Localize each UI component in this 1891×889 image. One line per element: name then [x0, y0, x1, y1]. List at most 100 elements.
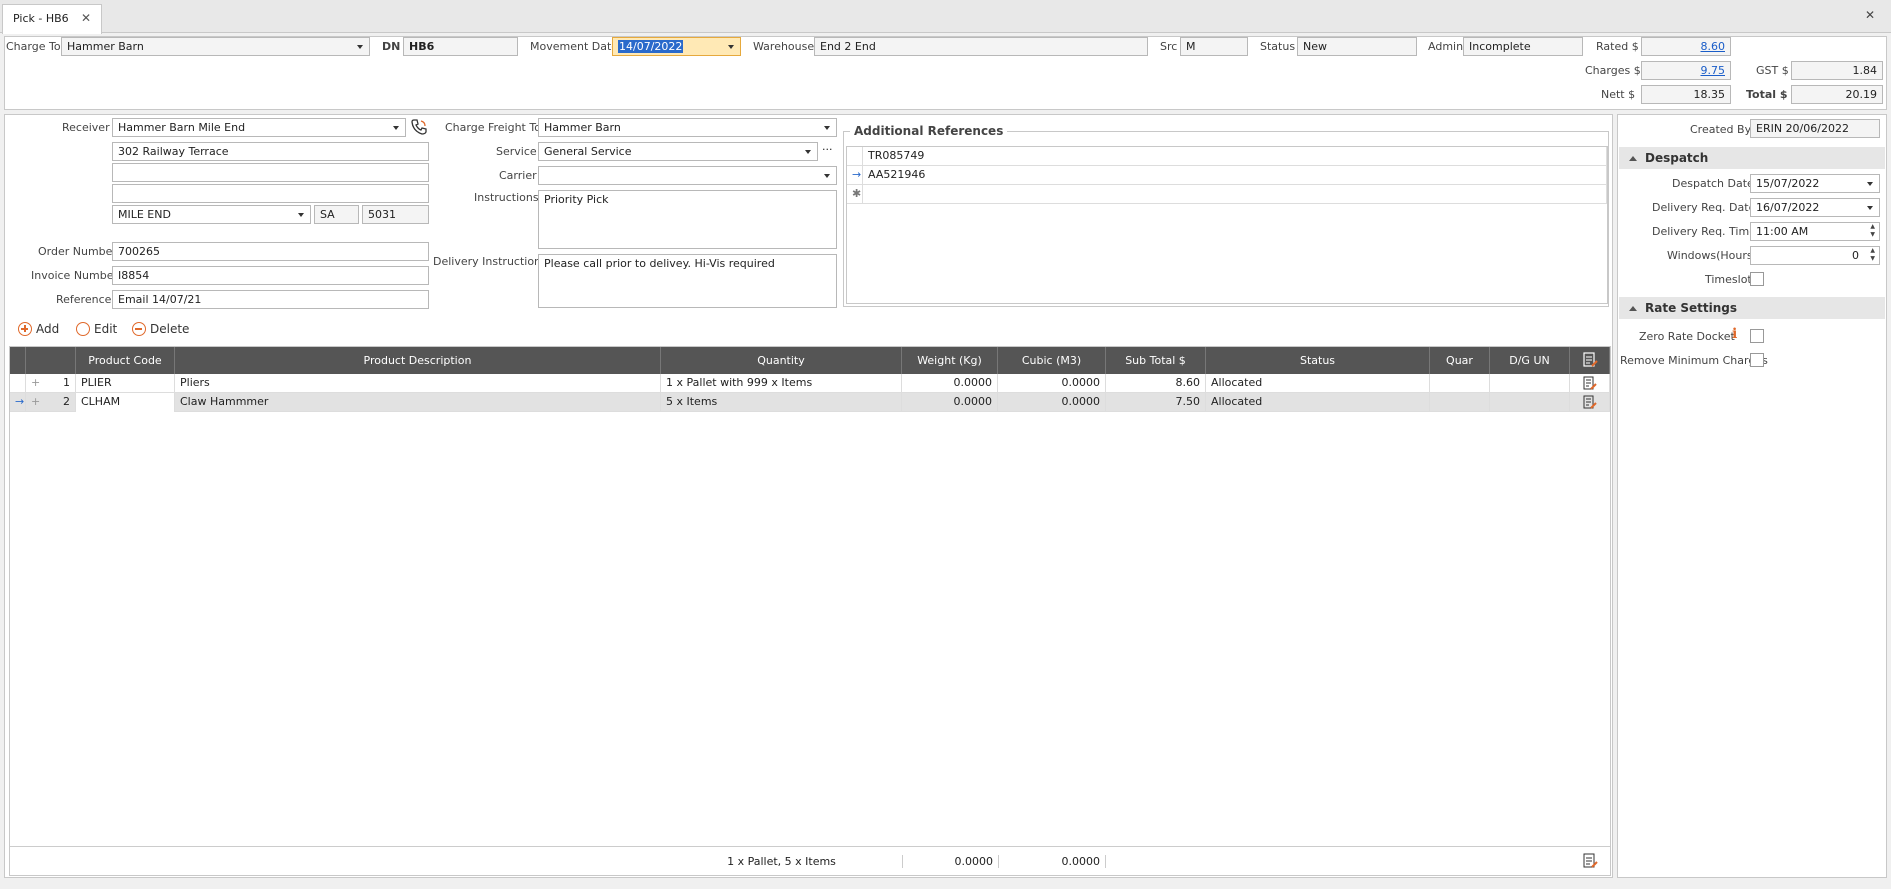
delivery-req-date-field[interactable]: 16/07/2022 [1750, 198, 1880, 217]
column-quar[interactable]: Quar [1430, 347, 1490, 374]
receiver-field[interactable]: Hammer Barn Mile End [112, 118, 406, 137]
timeslot-label: Timeslot [1705, 273, 1752, 286]
timeslot-checkbox[interactable] [1750, 272, 1764, 286]
weight-cell[interactable]: 0.0000 [902, 374, 998, 393]
delete-icon [132, 322, 146, 336]
row-edit-icon[interactable] [1570, 374, 1610, 393]
rated-field[interactable]: 8.60 [1641, 37, 1731, 56]
column-chooser-icon[interactable] [1570, 347, 1610, 374]
footer-report-icon[interactable] [1582, 853, 1598, 872]
address-line-1[interactable]: 302 Railway Terrace [112, 142, 429, 161]
reference-row[interactable]: TR085749 [847, 147, 1607, 166]
reference-cell[interactable]: TR085749 [863, 147, 1607, 166]
references-grid: TR085749 → AA521946 ✱ [846, 146, 1608, 304]
add-label: Add [36, 322, 60, 336]
movement-date-label: Movement Date [530, 40, 619, 53]
address-line-2[interactable] [112, 163, 429, 182]
src-field: M [1180, 37, 1248, 56]
service-more-icon[interactable]: ··· [822, 143, 833, 156]
quar-cell[interactable] [1430, 393, 1490, 412]
quantity-cell[interactable]: 1 x Pallet with 999 x Items [661, 374, 902, 393]
remove-minimum-charges-checkbox[interactable] [1750, 353, 1764, 367]
charge-freight-to-field[interactable]: Hammer Barn [538, 118, 837, 137]
reference-row[interactable]: → AA521946 [847, 166, 1607, 185]
row-indicator [847, 147, 863, 166]
invoice-number-field[interactable]: I8854 [112, 266, 429, 285]
delete-button[interactable]: Delete [132, 318, 189, 340]
delivery-req-time-field[interactable]: 11:00 AM [1750, 222, 1880, 241]
products-grid: Product Code Product Description Quantit… [9, 346, 1611, 876]
add-button[interactable]: Add [18, 318, 59, 340]
status-cell[interactable]: Allocated [1206, 374, 1430, 393]
weight-cell[interactable]: 0.0000 [902, 393, 998, 412]
reference-new-row[interactable]: ✱ [847, 185, 1607, 204]
window-close-icon[interactable]: ✕ [1865, 8, 1875, 22]
movement-date-field[interactable]: 14/07/2022 [612, 37, 741, 56]
order-number-field[interactable]: 700265 [112, 242, 429, 261]
product-code-cell[interactable]: CLHAM [76, 393, 175, 412]
dg-un-cell[interactable] [1490, 393, 1570, 412]
tab-pick[interactable]: Pick - HB6 ✕ [2, 4, 102, 34]
admin-label: Admin [1428, 40, 1464, 53]
reference-cell[interactable] [863, 185, 1607, 204]
product-description-cell[interactable]: Pliers [175, 374, 661, 393]
header-row-number [26, 347, 76, 374]
delivery-req-time-label: Delivery Req. Time [1652, 225, 1756, 238]
created-by-field: ERIN 20/06/2022 [1750, 119, 1880, 138]
edit-button[interactable]: Edit [76, 318, 117, 340]
cubic-cell[interactable]: 0.0000 [998, 374, 1106, 393]
row-number: 1 [63, 376, 70, 389]
table-row[interactable]: → +2 CLHAM Claw Hammmer 5 x Items 0.0000… [10, 393, 1610, 412]
charges-link[interactable]: 9.75 [1701, 64, 1726, 77]
tab-title: Pick - HB6 [13, 12, 69, 25]
quantity-cell[interactable]: 5 x Items [661, 393, 902, 412]
column-weight[interactable]: Weight (Kg) [902, 347, 998, 374]
cubic-cell[interactable]: 0.0000 [998, 393, 1106, 412]
subtotal-cell[interactable]: 7.50 [1106, 393, 1206, 412]
product-code-cell[interactable]: PLIER [76, 374, 175, 393]
column-cubic[interactable]: Cubic (M3) [998, 347, 1106, 374]
tab-strip: Pick - HB6 ✕ ✕ [0, 0, 1891, 34]
phone-icon[interactable] [410, 118, 428, 136]
quar-cell[interactable] [1430, 374, 1490, 393]
dn-label: DN [382, 40, 401, 53]
column-subtotal[interactable]: Sub Total $ [1106, 347, 1206, 374]
grid-footer: 1 x Pallet, 5 x Items 0.0000 0.0000 [10, 846, 1610, 875]
column-product-description[interactable]: Product Description [175, 347, 661, 374]
address-line-3[interactable] [112, 184, 429, 203]
zero-rate-docket-checkbox[interactable] [1750, 329, 1764, 343]
expand-icon[interactable]: + [31, 393, 40, 411]
column-product-code[interactable]: Product Code [76, 347, 175, 374]
windows-hours-field[interactable]: 0 [1750, 246, 1880, 265]
table-row[interactable]: +1 PLIER Pliers 1 x Pallet with 999 x It… [10, 374, 1610, 393]
warehouse-field: End 2 End [814, 37, 1148, 56]
rate-settings-section-header[interactable]: Rate Settings [1619, 297, 1885, 319]
tab-close-icon[interactable]: ✕ [81, 11, 91, 25]
info-icon[interactable]: i [1732, 326, 1737, 342]
service-field[interactable]: General Service [538, 142, 818, 161]
carrier-field[interactable] [538, 166, 837, 185]
instructions-field[interactable]: Priority Pick [538, 190, 837, 249]
reference-field[interactable]: Email 14/07/21 [112, 290, 429, 309]
product-description-cell[interactable]: Claw Hammmer [175, 393, 661, 412]
suburb-field[interactable]: MILE END [112, 205, 311, 224]
column-dg-un[interactable]: D/G UN [1490, 347, 1570, 374]
charges-field[interactable]: 9.75 [1641, 61, 1731, 80]
dg-un-cell[interactable] [1490, 374, 1570, 393]
rated-link[interactable]: 8.60 [1701, 40, 1726, 53]
delivery-req-date-label: Delivery Req. Date [1652, 201, 1756, 214]
reference-cell[interactable]: AA521946 [863, 166, 1607, 185]
status-cell[interactable]: Allocated [1206, 393, 1430, 412]
windows-hours-label: Windows(Hours) [1667, 249, 1757, 262]
delivery-instructions-field[interactable]: Please call prior to delivey. Hi-Vis req… [538, 254, 837, 308]
despatch-date-field[interactable]: 15/07/2022 [1750, 174, 1880, 193]
row-edit-icon[interactable] [1570, 393, 1610, 412]
despatch-section-header[interactable]: Despatch [1619, 147, 1885, 169]
subtotal-cell[interactable]: 8.60 [1106, 374, 1206, 393]
add-icon [18, 322, 32, 336]
charge-to-field[interactable]: Hammer Barn [61, 37, 370, 56]
expand-icon[interactable]: + [31, 374, 40, 392]
movement-date-value: 14/07/2022 [618, 40, 684, 53]
column-status[interactable]: Status [1206, 347, 1430, 374]
column-quantity[interactable]: Quantity [661, 347, 902, 374]
